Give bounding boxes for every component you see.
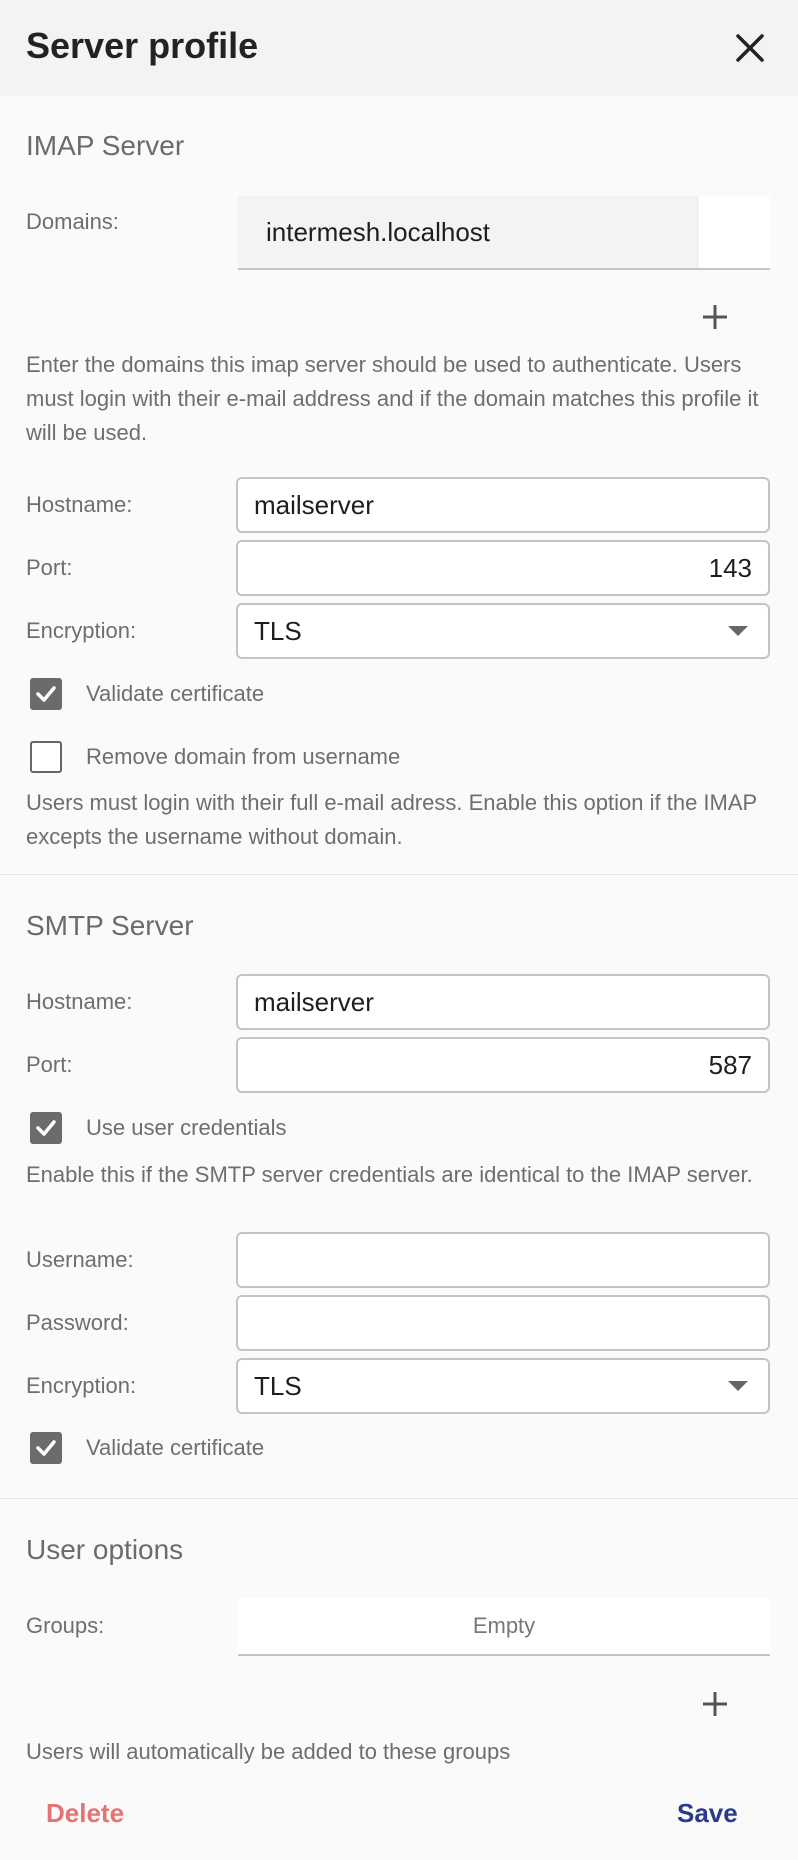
use-user-credentials-label: Use user credentials	[86, 1115, 287, 1140]
checkmark-icon	[36, 686, 56, 702]
groups-field[interactable]: Empty	[238, 1598, 770, 1656]
smtp-validate-cert-checkbox[interactable]	[30, 1432, 62, 1464]
imap-hostname-label: Hostname:	[26, 492, 133, 517]
remove-domain-label: Remove domain from username	[86, 744, 401, 769]
save-button[interactable]: Save	[677, 1796, 738, 1830]
section-divider	[0, 874, 798, 875]
domain-chip-text: intermesh.localhost	[266, 216, 490, 247]
imap-section-title: IMAP Server	[26, 130, 185, 161]
imap-validate-cert-label: Validate certificate	[86, 681, 265, 706]
smtp-validate-cert-label: Validate certificate	[86, 1435, 265, 1460]
use-user-credentials-checkbox[interactable]	[30, 1112, 62, 1144]
imap-encryption-value: TLS	[254, 615, 302, 646]
dropdown-arrow-icon	[728, 626, 748, 636]
smtp-validate-cert-row[interactable]: Validate certificate	[30, 1431, 264, 1465]
smtp-encryption-value: TLS	[254, 1370, 302, 1401]
checkmark-icon	[36, 1120, 56, 1136]
imap-hostname-value: mailserver	[254, 489, 374, 520]
smtp-port-label: Port:	[26, 1052, 73, 1077]
plus-icon	[703, 305, 727, 329]
smtp-username-label: Username:	[26, 1247, 134, 1272]
imap-port-label: Port:	[26, 555, 73, 580]
domains-help-text: Enter the domains this imap server shoul…	[26, 352, 759, 445]
section-divider	[0, 1498, 798, 1499]
imap-validate-cert-checkbox[interactable]	[30, 678, 62, 710]
delete-button[interactable]: Delete	[46, 1796, 124, 1830]
smtp-encryption-label: Encryption:	[26, 1373, 137, 1398]
smtp-password-label: Password:	[26, 1310, 129, 1335]
plus-icon	[703, 1692, 727, 1716]
imap-port-value: 143	[708, 552, 752, 583]
user-options-section-title: User options	[26, 1534, 184, 1565]
groups-empty-text: Empty	[472, 1613, 536, 1638]
smtp-port-value: 587	[708, 1049, 752, 1080]
close-icon	[736, 34, 764, 62]
remove-domain-row[interactable]: Remove domain from username	[30, 740, 400, 774]
imap-port-input[interactable]: 143	[236, 540, 770, 596]
groups-label: Groups:	[26, 1613, 105, 1638]
use-user-credentials-row[interactable]: Use user credentials	[30, 1111, 287, 1145]
smtp-password-input[interactable]	[236, 1295, 770, 1351]
domains-field[interactable]: intermesh.localhost	[238, 196, 770, 270]
smtp-encryption-select[interactable]: TLS	[236, 1358, 770, 1414]
dialog-header: Server profile	[0, 0, 798, 96]
domains-label: Domains:	[26, 209, 119, 234]
close-button[interactable]	[728, 26, 772, 70]
smtp-hostname-input[interactable]: mailserver	[236, 974, 770, 1030]
groups-help-text: Users will automatically be added to the…	[26, 1739, 511, 1764]
checkmark-icon	[36, 1440, 56, 1456]
smtp-section-title: SMTP Server	[26, 910, 194, 941]
credentials-help-text: Enable this if the SMTP server credentia…	[26, 1162, 753, 1187]
smtp-hostname-value: mailserver	[254, 986, 374, 1017]
remove-domain-checkbox[interactable]	[30, 741, 62, 773]
imap-validate-cert-row[interactable]: Validate certificate	[30, 677, 264, 711]
dialog-title: Server profile	[26, 25, 259, 66]
smtp-port-input[interactable]: 587	[236, 1037, 770, 1093]
dropdown-arrow-icon	[728, 1381, 748, 1391]
remove-domain-help-text: Users must login with their full e-mail …	[26, 790, 757, 849]
imap-encryption-select[interactable]: TLS	[236, 603, 770, 659]
imap-hostname-input[interactable]: mailserver	[236, 477, 770, 533]
smtp-username-input[interactable]	[236, 1232, 770, 1288]
imap-encryption-label: Encryption:	[26, 618, 137, 643]
domain-chip[interactable]: intermesh.localhost	[238, 196, 699, 268]
smtp-hostname-label: Hostname:	[26, 989, 133, 1014]
add-domain-button[interactable]	[698, 300, 732, 334]
add-group-button[interactable]	[698, 1687, 732, 1721]
